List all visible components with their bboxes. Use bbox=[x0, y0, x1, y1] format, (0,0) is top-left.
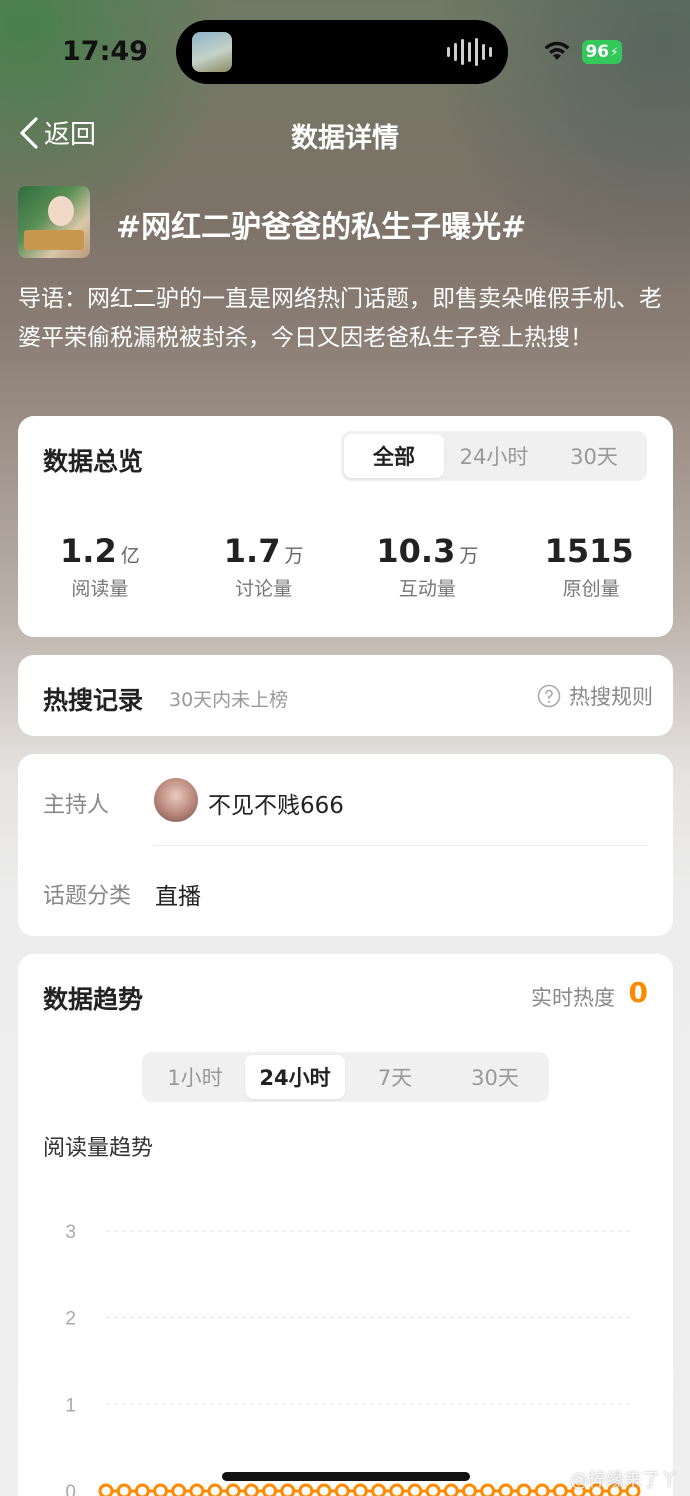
chart-data-point[interactable] bbox=[280, 1483, 296, 1496]
tab-24h[interactable]: 24小时 bbox=[245, 1055, 345, 1099]
chart-data-point[interactable] bbox=[243, 1483, 259, 1496]
chart-data-point[interactable] bbox=[189, 1483, 205, 1496]
chart-data-point[interactable] bbox=[262, 1483, 278, 1496]
chart-data-point[interactable] bbox=[371, 1483, 387, 1496]
wifi-icon bbox=[544, 41, 570, 60]
chart-data-point[interactable] bbox=[425, 1483, 441, 1496]
realtime-heat-value: 0 bbox=[628, 976, 648, 1009]
stat-unit: 万 bbox=[459, 545, 479, 567]
chart-title: 阅读量趋势 bbox=[43, 1136, 154, 1161]
audio-wave-icon bbox=[447, 38, 492, 66]
stat-label: 原创量 bbox=[562, 578, 620, 600]
dynamic-island[interactable] bbox=[176, 20, 508, 84]
host-label: 主持人 bbox=[43, 793, 110, 818]
chart-data-point[interactable] bbox=[461, 1483, 477, 1496]
trend-card: 数据趋势 实时热度 0 1小时 24小时 7天 30天 阅读量趋势 3 2 1 0 bbox=[18, 954, 673, 1496]
tab-24h[interactable]: 24小时 bbox=[444, 434, 544, 478]
chart-data-point[interactable] bbox=[352, 1483, 368, 1496]
stat-label: 阅读量 bbox=[71, 578, 129, 600]
chart-data-point[interactable] bbox=[552, 1483, 568, 1496]
chart-data-point[interactable] bbox=[498, 1483, 514, 1496]
tab-7d[interactable]: 7天 bbox=[345, 1055, 445, 1099]
stat-discussions: 1.7 万 讨论量 bbox=[182, 532, 346, 601]
read-trend-chart: 3 2 1 0 bbox=[65, 1222, 641, 1496]
rules-label: 热搜规则 bbox=[569, 685, 653, 709]
now-playing-thumbnail bbox=[192, 32, 232, 72]
chart-y-tick-label: 3 bbox=[65, 1222, 76, 1243]
watermark: @梓缘来了丫 bbox=[570, 1470, 678, 1491]
stat-unit: 万 bbox=[284, 545, 304, 567]
chart-data-point[interactable] bbox=[298, 1483, 314, 1496]
chart-y-tick-label: 2 bbox=[65, 1309, 76, 1330]
topic-description: 导语：网红二驴的一直是网络热门话题，即售卖朵唯假手机、老婆平荣偷税漏税被封杀，今… bbox=[18, 286, 662, 351]
chart-y-tick-label: 0 bbox=[65, 1482, 76, 1496]
topic-title: #网红二驴爸爸的私生子曝光# bbox=[116, 210, 527, 245]
page-title: 数据详情 bbox=[291, 123, 399, 154]
hot-search-rules-link[interactable]: 热搜规则 bbox=[537, 681, 653, 711]
hot-search-note: 30天内未上榜 bbox=[169, 689, 289, 711]
stat-label: 互动量 bbox=[398, 578, 456, 600]
trend-time-tabs: 1小时 24小时 7天 30天 bbox=[142, 1052, 549, 1102]
stat-reads: 1.2 亿 阅读量 bbox=[18, 532, 182, 601]
battery-indicator: 96 ⚡ bbox=[582, 40, 622, 64]
overview-stats: 1.2 亿 阅读量 1.7 万 讨论量 10.3 万 互动量 1515 原创量 bbox=[18, 532, 673, 601]
chart-data-point[interactable] bbox=[116, 1483, 132, 1496]
chart-data-point[interactable] bbox=[207, 1483, 223, 1496]
category-label: 话题分类 bbox=[43, 884, 132, 909]
overview-card: 数据总览 全部 24小时 30天 1.2 亿 阅读量 1.7 万 讨论量 10.3 万… bbox=[18, 416, 673, 637]
stat-interactions: 10.3 万 互动量 bbox=[346, 532, 510, 601]
tab-30d[interactable]: 30天 bbox=[445, 1055, 545, 1099]
stat-originals: 1515 原创量 bbox=[509, 532, 673, 601]
tab-30d[interactable]: 30天 bbox=[544, 434, 644, 478]
tab-1h[interactable]: 1小时 bbox=[145, 1055, 245, 1099]
stat-label: 讨论量 bbox=[235, 578, 293, 600]
battery-level: 96 bbox=[585, 42, 610, 62]
chart-data-point[interactable] bbox=[134, 1483, 150, 1496]
chart-data-point[interactable] bbox=[334, 1483, 350, 1496]
stat-value: 10.3 bbox=[376, 532, 456, 570]
divider bbox=[154, 845, 648, 846]
charging-icon: ⚡ bbox=[610, 45, 619, 59]
chart-data-point[interactable] bbox=[516, 1483, 532, 1496]
host-name[interactable]: 不见不贱666 bbox=[208, 786, 344, 820]
host-avatar[interactable] bbox=[154, 778, 198, 822]
chart-data-point[interactable] bbox=[225, 1483, 241, 1496]
stat-value: 1.2 bbox=[60, 532, 117, 570]
hot-search-title: 热搜记录 bbox=[43, 686, 144, 715]
chart-data-point[interactable] bbox=[389, 1483, 405, 1496]
trend-title: 数据趋势 bbox=[43, 985, 144, 1014]
help-icon bbox=[537, 684, 561, 708]
category-value: 直播 bbox=[155, 884, 201, 910]
tab-all[interactable]: 全部 bbox=[344, 434, 444, 478]
chart-data-point[interactable] bbox=[316, 1483, 332, 1496]
chart-data-point[interactable] bbox=[98, 1483, 114, 1496]
chart-y-tick-label: 1 bbox=[65, 1395, 76, 1416]
overview-title: 数据总览 bbox=[43, 447, 144, 476]
hot-search-card: 热搜记录 30天内未上榜 热搜规则 bbox=[18, 655, 673, 736]
overview-time-tabs: 全部 24小时 30天 bbox=[341, 431, 647, 481]
stat-value: 1515 bbox=[544, 532, 634, 570]
chart-data-point[interactable] bbox=[153, 1483, 169, 1496]
chart-data-point[interactable] bbox=[534, 1483, 550, 1496]
stat-value: 1.7 bbox=[223, 532, 281, 570]
stat-unit: 亿 bbox=[120, 545, 140, 567]
status-time: 17:49 bbox=[62, 36, 148, 67]
topic-info-card: 主持人 不见不贱666 话题分类 直播 bbox=[18, 754, 673, 936]
chart-data-point[interactable] bbox=[171, 1483, 187, 1496]
home-indicator[interactable] bbox=[222, 1472, 470, 1481]
chart-data-point[interactable] bbox=[443, 1483, 459, 1496]
chart-data-point[interactable] bbox=[480, 1483, 496, 1496]
topic-thumbnail[interactable] bbox=[18, 186, 90, 258]
realtime-heat-label: 实时热度 bbox=[531, 986, 615, 1010]
chart-data-point[interactable] bbox=[407, 1483, 423, 1496]
